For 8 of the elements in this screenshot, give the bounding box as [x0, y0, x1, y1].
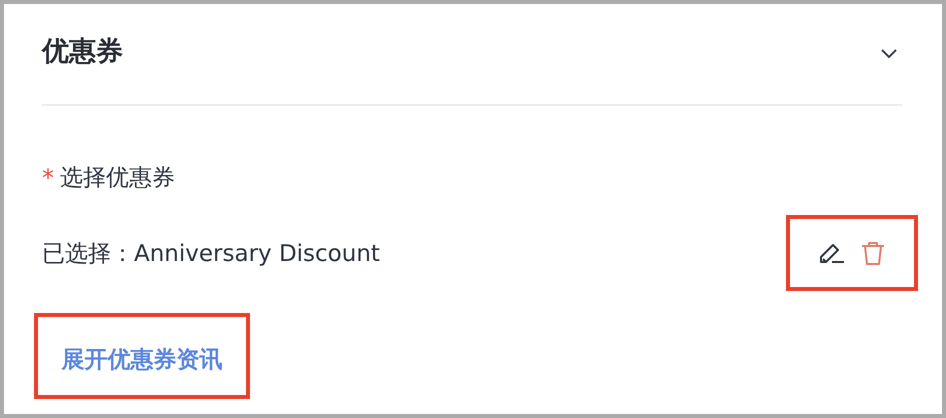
chevron-down-icon[interactable]: [880, 48, 898, 58]
section-title: 优惠券: [42, 35, 123, 69]
field-label: 选择优惠券: [60, 164, 175, 193]
trash-icon[interactable]: [860, 240, 886, 266]
selected-coupon-text: 已选择：Anniversary Discount: [42, 240, 380, 268]
expand-details-link[interactable]: 展开优惠券资讯: [62, 344, 222, 374]
edit-icon[interactable]: [818, 241, 846, 265]
required-asterisk: *: [42, 164, 54, 192]
